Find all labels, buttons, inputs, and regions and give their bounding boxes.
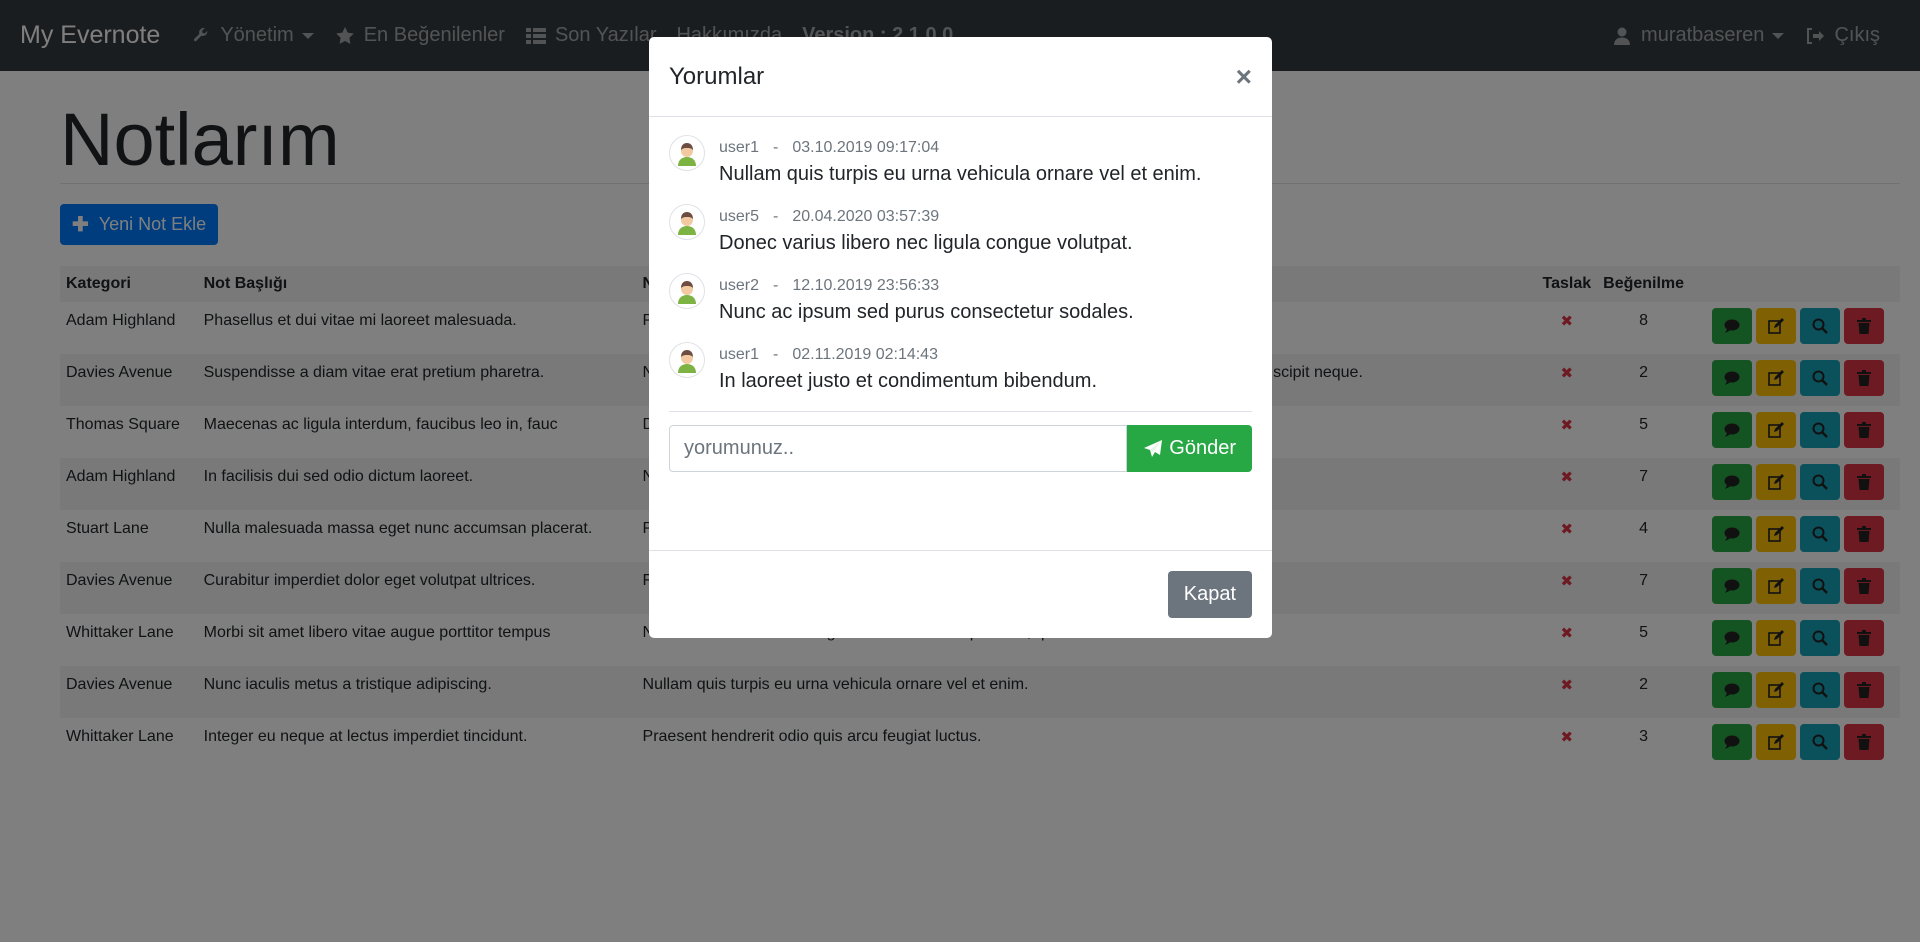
modal-title: Yorumlar bbox=[669, 62, 765, 90]
comment-item: user1-03.10.2019 09:17:04 Nullam quis tur… bbox=[669, 135, 1252, 186]
comment-user: user2 bbox=[719, 277, 760, 294]
comment-text: Nullam quis turpis eu urna vehicula orna… bbox=[719, 163, 1202, 185]
comment-item: user2-12.10.2019 23:56:33 Nunc ac ipsum s… bbox=[669, 273, 1252, 324]
comment-input[interactable] bbox=[669, 425, 1128, 472]
modal-header: Yorumlar × bbox=[649, 37, 1272, 117]
comment-item: user5-20.04.2020 03:57:39 Donec varius li… bbox=[669, 204, 1252, 255]
comment-separator: - bbox=[773, 346, 779, 363]
comment-user: user5 bbox=[719, 208, 760, 225]
comment-form: Gönder bbox=[669, 425, 1252, 472]
comment-date: 20.04.2020 03:57:39 bbox=[792, 208, 940, 225]
paper-plane-icon bbox=[1143, 439, 1163, 459]
avatar bbox=[669, 204, 705, 240]
avatar bbox=[669, 273, 705, 309]
comment-date: 03.10.2019 09:17:04 bbox=[792, 139, 940, 156]
comment-date: 02.11.2019 02:14:43 bbox=[792, 346, 938, 363]
avatar bbox=[669, 342, 705, 378]
close-icon[interactable]: × bbox=[1236, 62, 1252, 91]
comments-modal: Yorumlar × user1-03.10.2019 09:17:04 Null… bbox=[649, 37, 1272, 638]
close-button[interactable]: Kapat bbox=[1167, 571, 1252, 618]
send-button[interactable]: Gönder bbox=[1127, 425, 1252, 472]
comment-separator: - bbox=[773, 208, 779, 225]
comment-text: In laoreet justo et condimentum bibendum… bbox=[719, 370, 1097, 392]
comment-date: 12.10.2019 23:56:33 bbox=[792, 277, 940, 294]
comment-separator: - bbox=[773, 277, 779, 294]
divider bbox=[669, 411, 1252, 412]
avatar bbox=[669, 135, 705, 171]
comment-item: user1-02.11.2019 02:14:43 In laoreet just… bbox=[669, 342, 1252, 393]
comment-user: user1 bbox=[719, 139, 760, 156]
comment-user: user1 bbox=[719, 346, 760, 363]
modal-body: user1-03.10.2019 09:17:04 Nullam quis tur… bbox=[649, 117, 1272, 472]
comment-text: Donec varius libero nec ligula congue vo… bbox=[719, 232, 1133, 254]
comment-separator: - bbox=[773, 139, 779, 156]
send-label: Gönder bbox=[1169, 437, 1236, 459]
modal-footer: Kapat bbox=[649, 550, 1272, 638]
comment-text: Nunc ac ipsum sed purus consectetur soda… bbox=[719, 301, 1134, 323]
